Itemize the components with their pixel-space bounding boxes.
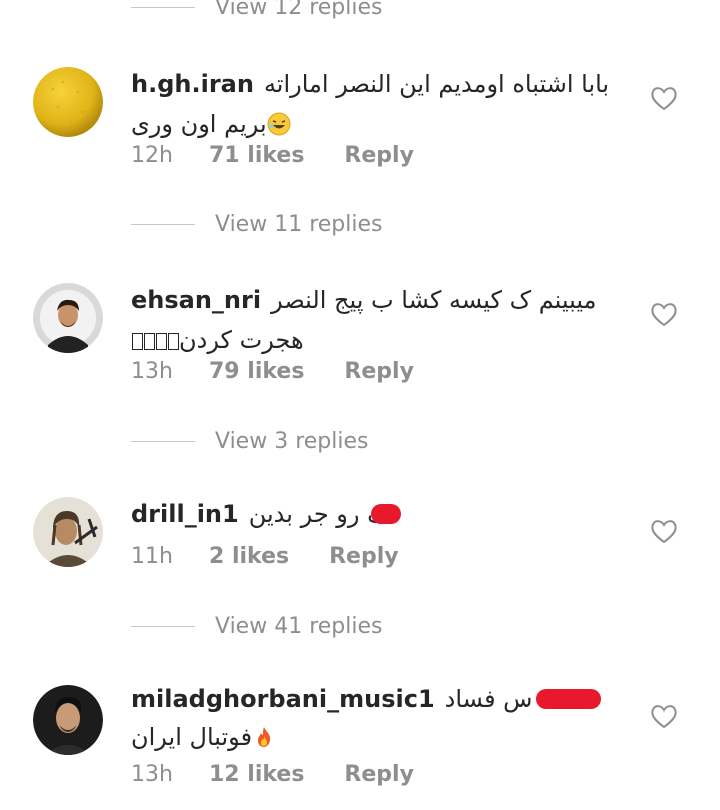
comment-text-2: هجرت کردن bbox=[179, 326, 304, 354]
comment-meta: 13h 12 likes Reply bbox=[131, 759, 414, 789]
divider bbox=[131, 223, 195, 225]
username-link[interactable]: miladghorbani_music1 bbox=[131, 685, 435, 713]
timestamp: 11h bbox=[131, 543, 173, 569]
comment-line: miladghorbani_music1 س فساد bbox=[131, 682, 601, 716]
comment-line: ehsan_nri میبینم ک کیسه کشا ب پیج النصر bbox=[131, 283, 601, 317]
comment-text: میبینم ک کیسه کشا ب پیج النصر bbox=[271, 286, 597, 314]
redaction-mark bbox=[370, 504, 401, 524]
timestamp: 13h bbox=[131, 358, 173, 384]
timestamp: 13h bbox=[131, 761, 173, 787]
man-with-crossbow-avatar-icon bbox=[33, 497, 103, 567]
heart-outline-icon[interactable] bbox=[650, 301, 678, 327]
view-replies-button[interactable]: View 12 replies bbox=[131, 0, 382, 22]
avatar[interactable] bbox=[33, 497, 103, 567]
likes-count[interactable]: 12 likes bbox=[209, 762, 304, 787]
view-replies-label: View 41 replies bbox=[215, 613, 383, 639]
view-replies-button[interactable]: View 3 replies bbox=[131, 426, 368, 456]
avatar[interactable] bbox=[33, 685, 103, 755]
reply-button[interactable]: Reply bbox=[344, 143, 414, 168]
heart-outline-icon[interactable] bbox=[650, 85, 678, 111]
username-link[interactable]: drill_in1 bbox=[131, 500, 239, 528]
redaction-mark bbox=[536, 689, 601, 709]
view-replies-button[interactable]: View 11 replies bbox=[131, 209, 382, 239]
comment-line: drill_in1 ک رو جر بدین bbox=[131, 497, 601, 531]
comment-line: h.gh.iran بابا اشتباه اومدیم این النصر ا… bbox=[131, 67, 609, 101]
comment-text: س فساد bbox=[444, 685, 533, 713]
comment-line-2: فوتبال ایران bbox=[131, 720, 276, 754]
man-dark-portrait-avatar-icon bbox=[33, 685, 103, 755]
reply-button[interactable]: Reply bbox=[344, 762, 414, 787]
likes-count[interactable]: 2 likes bbox=[209, 544, 289, 569]
comment-meta: 12h 71 likes Reply bbox=[131, 140, 414, 170]
reply-button[interactable]: Reply bbox=[329, 544, 399, 569]
comment-meta: 13h 79 likes Reply bbox=[131, 356, 414, 386]
avatar[interactable] bbox=[33, 283, 103, 353]
comment-meta: 11h 2 likes Reply bbox=[131, 541, 399, 571]
comment-text: بابا اشتباه اومدیم این النصر اماراته bbox=[263, 70, 610, 98]
heart-outline-icon[interactable] bbox=[650, 703, 678, 729]
man-portrait-avatar-icon bbox=[33, 283, 103, 353]
comment-line-2: بریم اون وری bbox=[131, 107, 291, 141]
view-replies-label: View 3 replies bbox=[215, 428, 369, 454]
unrendered-glyphs bbox=[131, 326, 179, 354]
comment-line-2: هجرت کردن bbox=[131, 323, 304, 357]
divider bbox=[131, 440, 195, 442]
comment-text-2: بریم اون وری bbox=[131, 110, 267, 138]
laughing-face-emoji-icon bbox=[267, 112, 291, 136]
username-link[interactable]: h.gh.iran bbox=[131, 70, 254, 98]
likes-count[interactable]: 79 likes bbox=[209, 359, 304, 384]
username-link[interactable]: ehsan_nri bbox=[131, 286, 261, 314]
heart-outline-icon[interactable] bbox=[650, 518, 678, 544]
timestamp: 12h bbox=[131, 142, 173, 168]
reply-button[interactable]: Reply bbox=[344, 359, 414, 384]
comment-text: ک رو جر بدین bbox=[248, 500, 389, 528]
avatar[interactable] bbox=[33, 67, 103, 137]
yellow-ball-avatar-icon bbox=[33, 67, 103, 137]
likes-count[interactable]: 71 likes bbox=[209, 143, 304, 168]
view-replies-button[interactable]: View 41 replies bbox=[131, 611, 382, 641]
comment-text-2: فوتبال ایران bbox=[131, 723, 253, 751]
divider bbox=[131, 625, 195, 627]
view-replies-label: View 12 replies bbox=[215, 0, 383, 20]
view-replies-label: View 11 replies bbox=[215, 211, 383, 237]
divider bbox=[131, 6, 195, 8]
fire-emoji-icon bbox=[252, 725, 276, 749]
